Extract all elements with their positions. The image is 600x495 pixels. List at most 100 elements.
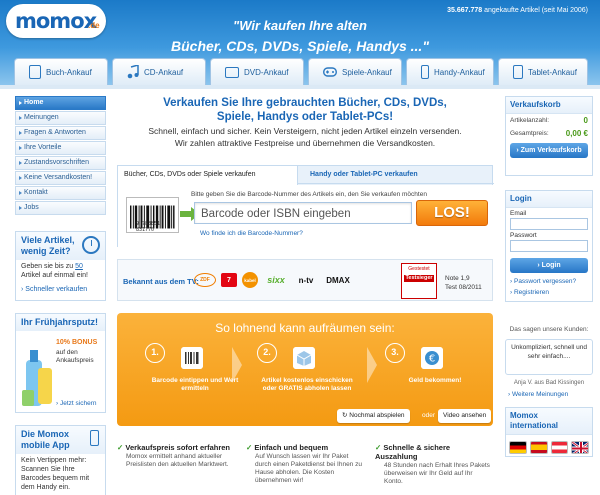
logo-text: momox <box>15 9 97 33</box>
tab-label: Tablet-Ankauf <box>528 67 577 77</box>
chevron-right-icon <box>232 347 242 383</box>
tab-cd-ankauf[interactable]: CD-Ankauf <box>112 58 206 85</box>
password-field[interactable] <box>510 240 588 252</box>
sidebar-item-faq[interactable]: Fragen & Antworten <box>15 126 106 140</box>
category-nav: Buch-Ankauf CD-Ankauf DVD-Ankauf Spiele-… <box>0 58 600 86</box>
tv-bar: Bekannt aus dem TV: ZDF 7 kabel sixx n-t… <box>117 259 493 301</box>
headline-line-1: Verkaufen Sie Ihre gebrauchten Bücher, C… <box>163 97 447 109</box>
tab-label: Handy-Ankauf <box>434 67 485 77</box>
feature-text: Momox ermittelt anhand aktueller Preisli… <box>126 453 229 468</box>
los-button[interactable]: LOS! <box>416 200 488 226</box>
book-icon <box>29 65 41 79</box>
bulk-sell-text: Geben sie bis zu 50 Artikel auf einmal e… <box>16 260 105 282</box>
tab-label: Spiele-Ankauf <box>342 67 392 77</box>
cart-count-value: 0 <box>583 116 588 125</box>
feature-title: Schnelle & sichere Auszahlung <box>375 443 493 461</box>
bonus-text: auf den Ankaufspreis <box>56 349 94 364</box>
sidebar-menu: Home Meinungen Fragen & Antworten Ihre V… <box>15 96 106 216</box>
to-cart-button[interactable]: › Zum Verkaufskorb <box>510 143 588 158</box>
barcode-icon <box>181 347 203 369</box>
login-box: Login Email Passwort › Login › Passwort … <box>505 190 593 302</box>
feature-text: Auf Wunsch lassen wir Ihr Paket durch ei… <box>255 453 362 484</box>
sidebar-item-zustand[interactable]: Zustandsvorschriften <box>15 156 106 170</box>
note-grade: Note 1,9 <box>445 275 470 282</box>
barcode-help-link[interactable]: Wo finde ich die Barcode-Nummer? <box>200 230 303 237</box>
login-button[interactable]: › Login <box>510 258 588 273</box>
testimonial-intro: Das sagen unsere Kunden: <box>509 326 589 333</box>
register-link[interactable]: › Registrieren <box>506 287 592 298</box>
cart-box: Verkaufskorb Artikelanzahl: 0 Gesamtpreis… <box>505 96 593 176</box>
tab-spiele-ankauf[interactable]: Spiele-Ankauf <box>308 58 402 85</box>
uk-cross-icon <box>572 442 589 453</box>
replay-button[interactable]: ↻ Nochmal abspielen <box>337 409 410 423</box>
search-hint: Bitte geben Sie die Barcode-Nummer des A… <box>191 191 427 198</box>
tab-dvd-ankauf[interactable]: DVD-Ankauf <box>210 58 304 85</box>
sidebar-item-meinungen[interactable]: Meinungen <box>15 111 106 125</box>
sold-counter: 35.667.778 angekaufte Artikel (seit Mai … <box>447 7 588 14</box>
subline-1: Schnell, einfach und sicher. Kein Verste… <box>148 126 462 136</box>
tab-handy-tablet-sell[interactable]: Handy oder Tablet-PC verkaufen <box>304 166 424 184</box>
to-cart-label: Zum Verkaufskorb <box>520 147 582 154</box>
step-text: Barcode eintippen und Wert ermitteln <box>151 377 239 392</box>
features: Verkaufspreis sofort erfahren Momox ermi… <box>117 443 493 495</box>
jetzt-sichern-label: Jetzt sichern <box>59 400 97 407</box>
spring-bonus-box: Ihr Frühjahrsputz! 10% BONUS auf den Ank… <box>15 313 106 413</box>
tab-media-sell[interactable]: Bücher, CDs, DVDs oder Spiele verkaufen <box>118 166 298 185</box>
tv-logo-sixx: sixx <box>267 275 285 285</box>
tab-tablet-ankauf[interactable]: Tablet-Ankauf <box>498 58 588 85</box>
music-note-icon <box>127 65 139 79</box>
barcode-search: Bücher, CDs, DVDs oder Spiele verkaufen … <box>117 165 494 248</box>
tab-buch-ankauf[interactable]: Buch-Ankauf <box>14 58 108 85</box>
step-number: 2. <box>257 343 277 363</box>
header: momox .de 35.667.778 angekaufte Artikel … <box>0 0 600 86</box>
barcode-input[interactable]: Barcode oder ISBN eingeben <box>194 202 412 224</box>
tab-handy-ankauf[interactable]: Handy-Ankauf <box>406 58 494 85</box>
password-label: Passwort <box>510 232 537 239</box>
forgot-password-link[interactable]: › Passwort vergessen? <box>506 276 592 287</box>
logo[interactable]: momox .de <box>6 4 106 38</box>
feature-3: Schnelle & sichere Auszahlung 48 Stunden… <box>375 443 493 486</box>
schneller-verkaufen-link[interactable]: › Schneller verkaufen <box>16 282 105 298</box>
hero: Verkaufen Sie Ihre gebrauchten Bücher, C… <box>117 96 493 149</box>
steps-title: So lohnend kann aufräumen sein: <box>215 321 395 335</box>
germany-flag[interactable] <box>509 441 527 454</box>
cleaning-supplies-icon <box>22 350 52 406</box>
sidebar-item-kontakt[interactable]: Kontakt <box>15 186 106 200</box>
video-button[interactable]: Video ansehen <box>438 409 492 423</box>
tablet-icon <box>513 65 523 79</box>
cart-price-label: Gesamtpreis: <box>510 130 549 137</box>
subline-2: Wir zahlen attraktive Festpreise und übe… <box>174 138 436 148</box>
spain-flag[interactable] <box>529 441 548 454</box>
nav-divider <box>0 85 600 89</box>
feature-title: Verkaufspreis sofort erfahren <box>117 443 235 452</box>
counter-text: angekaufte Artikel (seit Mai 2006) <box>484 7 588 14</box>
sidebar-item-jobs[interactable]: Jobs <box>15 201 106 215</box>
sidebar-item-vorteile[interactable]: Ihre Vorteile <box>15 141 106 155</box>
step-number: 1. <box>145 343 165 363</box>
gamepad-icon <box>323 67 337 77</box>
tv-logo-kabel: kabel <box>242 272 258 288</box>
austria-flag[interactable] <box>550 441 569 454</box>
spring-bonus-title: Ihr Frühjahrsputz! <box>16 314 105 331</box>
cart-price-row: Gesamtpreis: 0,00 € <box>506 127 592 140</box>
more-reviews-link[interactable]: › Weitere Meinungen <box>508 391 568 398</box>
uk-flag[interactable] <box>571 441 589 454</box>
bulk-text-post: Artikel auf einmal ein! <box>21 272 88 279</box>
feature-title: Einfach und bequem <box>246 443 364 452</box>
jetzt-sichern-link[interactable]: › Jetzt sichern <box>56 400 96 407</box>
video-or: oder <box>422 412 436 419</box>
sidebar-item-versandkosten[interactable]: Keine Versandkosten! <box>15 171 106 185</box>
tab-label: DVD-Ankauf <box>244 67 289 77</box>
bulk-max-link[interactable]: 50 <box>75 263 83 270</box>
phone-icon <box>421 65 429 79</box>
testimonial-quote: Unkompliziert, schnell und sehr einfach.… <box>505 339 593 375</box>
sidebar-item-home[interactable]: Home <box>15 96 106 110</box>
feature-text: 48 Stunden nach Erhalt Ihres Pakets über… <box>384 462 490 485</box>
cart-count-label: Artikelanzahl: <box>510 117 550 124</box>
svg-text:€: € <box>429 354 435 365</box>
feature-2: Einfach und bequem Auf Wunsch lassen wir… <box>246 443 364 485</box>
testsieger-badge: Gestestet Testsieger <box>401 263 437 299</box>
badge-top: Gestestet <box>408 266 430 272</box>
email-field[interactable] <box>510 218 588 230</box>
page: momox .de 35.667.778 angekaufte Artikel … <box>0 0 600 495</box>
